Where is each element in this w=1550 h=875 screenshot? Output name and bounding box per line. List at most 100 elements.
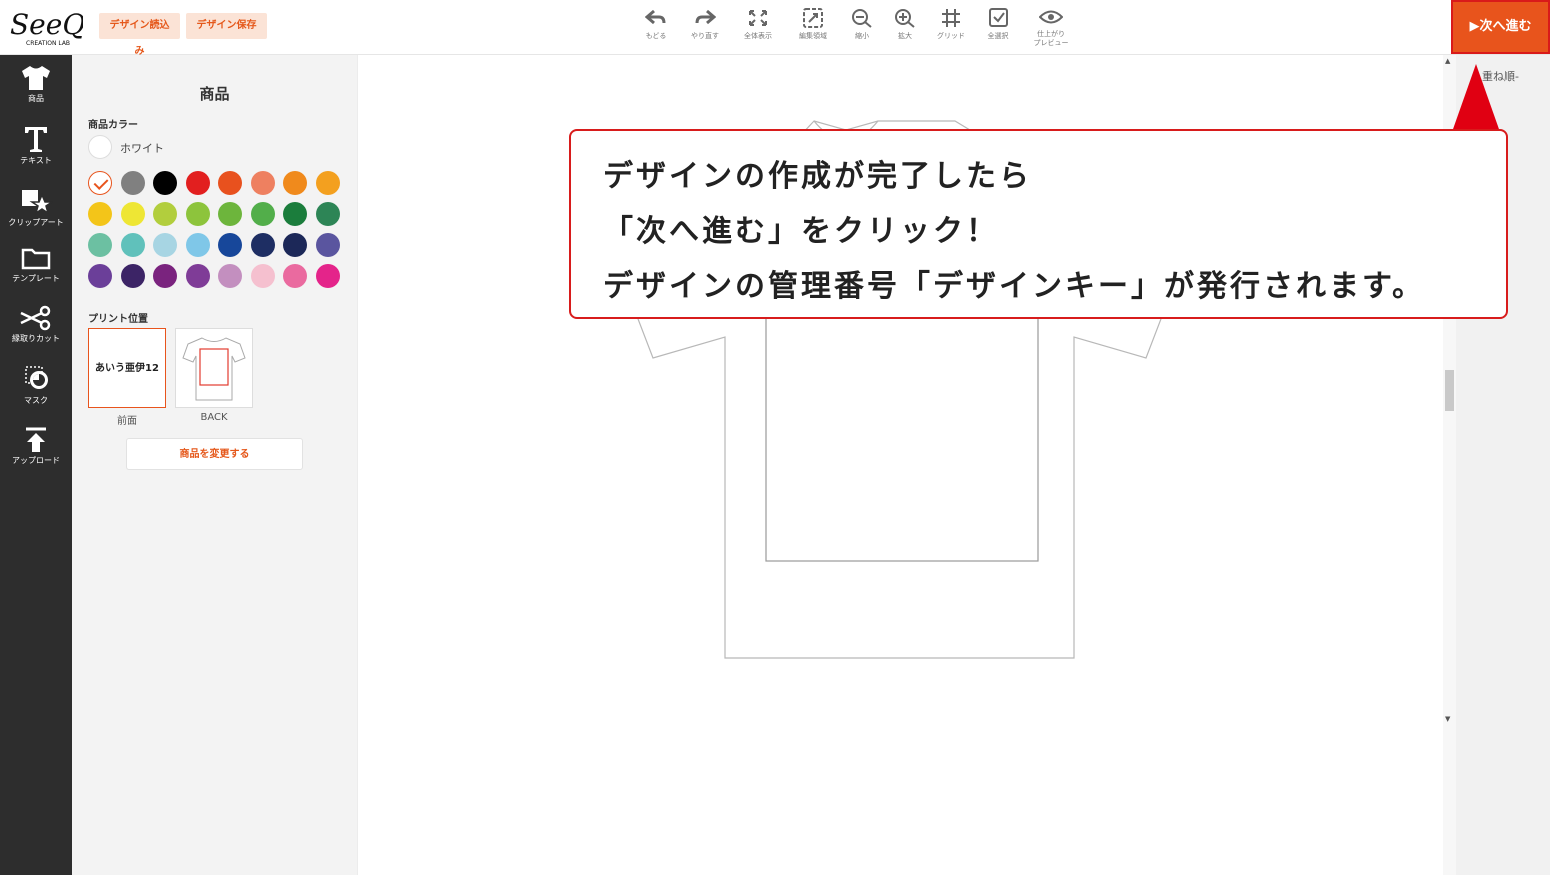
text-icon <box>25 127 47 152</box>
color-swatch[interactable] <box>250 264 275 288</box>
sidebar-item-product[interactable]: 商品 <box>0 65 72 104</box>
color-swatch[interactable] <box>250 233 275 257</box>
color-swatch[interactable] <box>185 202 210 226</box>
logo-text: SeeQ <box>10 8 83 41</box>
sidebar-item-text[interactable]: テキスト <box>0 125 72 166</box>
color-swatch[interactable] <box>218 202 242 226</box>
color-swatch[interactable] <box>153 264 177 288</box>
scroll-down-icon[interactable]: ▼ <box>1445 715 1450 723</box>
product-color-label: 商品カラー <box>88 120 138 131</box>
logo-sub: CREATION LAB <box>26 40 70 47</box>
sidebar-item-label: アップロード <box>12 456 60 465</box>
sidebar-item-template[interactable]: テンプレート <box>0 247 72 284</box>
color-swatch[interactable] <box>315 233 340 257</box>
change-product-button[interactable]: 商品を変更する <box>126 438 303 470</box>
tool-sidebar: 商品 テキスト クリップアート テンプレート 縁取りカット マスク アップロード <box>0 55 72 875</box>
color-swatch[interactable] <box>250 171 275 195</box>
undo-label: もどる <box>645 32 667 40</box>
panel-title: 商品 <box>199 85 230 103</box>
color-swatch[interactable] <box>250 202 275 226</box>
print-position-label: プリント位置 <box>88 314 148 325</box>
redo-label: やり直す <box>691 32 719 40</box>
upload-icon <box>26 427 46 452</box>
mask-icon <box>25 366 48 389</box>
color-swatch[interactable] <box>185 233 210 257</box>
edit-area-button[interactable]: 編集領域 <box>788 8 838 41</box>
redo-button[interactable]: やり直す <box>680 8 730 41</box>
color-swatch[interactable] <box>283 264 307 288</box>
fit-view-label: 全体表示 <box>744 32 772 40</box>
edit-area-icon <box>803 8 823 28</box>
callout-arrow <box>1452 64 1500 132</box>
grid-button[interactable]: グリッド <box>926 8 976 41</box>
color-swatch[interactable] <box>120 264 145 288</box>
color-swatch[interactable] <box>153 171 177 195</box>
color-swatch[interactable] <box>153 202 177 226</box>
sidebar-item-clipart[interactable]: クリップアート <box>0 187 72 228</box>
sidebar-item-mask[interactable]: マスク <box>0 365 72 406</box>
sidebar-item-outline-cut[interactable]: 縁取りカット <box>0 305 72 344</box>
select-all-label: 全選択 <box>987 32 1009 40</box>
sidebar-item-label: クリップアート <box>8 218 64 227</box>
sidebar-item-label: 商品 <box>28 94 44 103</box>
print-position-front[interactable]: あいう亜伊12 <box>88 328 166 408</box>
select-all-button[interactable]: 全選択 <box>973 8 1023 41</box>
top-toolbar: SeeQ CREATION LAB デザイン読込み デザイン保存 もどる やり直… <box>0 0 1550 57</box>
design-save-button[interactable]: デザイン保存 <box>186 13 267 39</box>
tshirt-icon <box>22 66 50 90</box>
color-swatch[interactable] <box>283 233 307 257</box>
folder-icon <box>21 248 51 270</box>
select-all-icon <box>989 8 1008 27</box>
print-position-back[interactable] <box>175 328 253 408</box>
sidebar-item-label: 縁取りカット <box>12 334 60 343</box>
eye-icon <box>1039 10 1063 24</box>
app-root: SeeQ CREATION LAB デザイン読込み デザイン保存 もどる やり直… <box>0 0 1550 875</box>
callout-line: 「次へ進む」をクリック！ <box>603 214 999 249</box>
next-step-button[interactable]: ▶次へ進む <box>1451 0 1550 54</box>
zoom-out-icon <box>852 9 872 28</box>
undo-button[interactable]: もどる <box>631 8 681 41</box>
callout-line: デザインの管理番号「デザインキー」が発行されます。 <box>603 269 1425 304</box>
scissors-icon <box>20 305 51 331</box>
color-swatch[interactable] <box>315 171 340 195</box>
seeq-logo[interactable]: SeeQ CREATION LAB <box>8 4 83 48</box>
edit-area-label: 編集領域 <box>799 32 827 40</box>
preview-label: 仕上がり プレビュー <box>1033 30 1069 47</box>
color-swatch[interactable] <box>88 171 112 195</box>
color-swatch[interactable] <box>283 202 307 226</box>
color-swatch[interactable] <box>88 264 112 288</box>
color-swatch[interactable] <box>218 264 242 288</box>
color-swatch[interactable] <box>185 171 210 195</box>
product-panel: 商品 商品カラー ホワイト プリント位置 あいう亜伊12 前面 BACK 商品を… <box>72 55 357 875</box>
sidebar-item-label: テンプレート <box>12 274 60 283</box>
color-swatch[interactable] <box>120 202 145 226</box>
fit-view-icon <box>749 10 767 26</box>
preview-button[interactable]: 仕上がり プレビュー <box>1026 8 1076 48</box>
zoom-in-button[interactable]: 拡大 <box>880 8 930 41</box>
color-swatch[interactable] <box>88 202 112 226</box>
grid-icon <box>942 9 960 27</box>
color-swatch[interactable] <box>315 202 340 226</box>
current-color-swatch <box>88 135 112 159</box>
color-swatch[interactable] <box>120 171 145 195</box>
clipart-icon <box>22 190 53 215</box>
sidebar-item-label: マスク <box>24 396 48 405</box>
color-swatch[interactable] <box>185 264 210 288</box>
sidebar-item-upload[interactable]: アップロード <box>0 427 72 466</box>
scroll-up-icon[interactable]: ▲ <box>1445 57 1450 65</box>
design-load-button[interactable]: デザイン読込み <box>99 13 180 57</box>
color-swatch[interactable] <box>88 233 112 257</box>
color-swatch[interactable] <box>283 171 307 195</box>
color-swatch[interactable] <box>218 171 242 195</box>
fit-view-button[interactable]: 全体表示 <box>733 8 783 41</box>
zoom-in-icon <box>895 9 915 28</box>
back-label: BACK <box>200 412 228 423</box>
color-swatch[interactable] <box>120 233 145 257</box>
color-swatch[interactable] <box>218 233 242 257</box>
color-swatch[interactable] <box>153 233 177 257</box>
color-swatch[interactable] <box>315 264 340 288</box>
zoom-in-label: 拡大 <box>898 32 912 40</box>
scroll-thumb[interactable] <box>1445 370 1454 411</box>
front-label: 前面 <box>117 416 137 427</box>
back-tshirt-thumbnail <box>182 337 246 401</box>
